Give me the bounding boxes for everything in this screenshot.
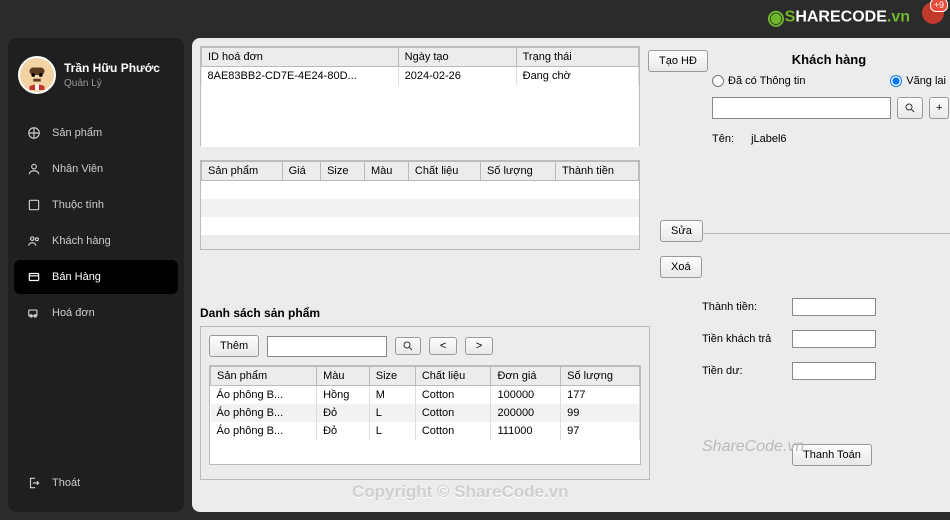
radio-guest[interactable]: Vãng lai xyxy=(890,75,946,87)
sidebar-item-invoices[interactable]: Hoá đơn xyxy=(14,296,178,330)
package-icon xyxy=(26,125,42,141)
profile-name: Trần Hữu Phước xyxy=(64,61,160,75)
customer-name-label: Tên: xyxy=(712,133,748,145)
users-icon xyxy=(26,233,42,249)
paid-label: Tiền khách trả xyxy=(702,333,792,345)
change-label: Tiền dư: xyxy=(702,365,792,377)
sidebar-item-staff[interactable]: Nhân Viên xyxy=(14,152,178,186)
customer-search-button[interactable] xyxy=(897,97,923,119)
sidebar-item-label: Sản phẩm xyxy=(52,127,102,139)
sidebar-item-label: Hoá đơn xyxy=(52,307,95,319)
avatar xyxy=(18,56,56,94)
sidebar-item-customers[interactable]: Khách hàng xyxy=(14,224,178,258)
col-invoice-date: Ngày tạo xyxy=(398,48,516,67)
subtotal-label: Thành tiền: xyxy=(702,301,792,313)
products-title: Danh sách sản phẩm xyxy=(200,306,320,320)
sidebar-item-products[interactable]: Sản phẩm xyxy=(14,116,178,150)
table-row[interactable]: Áo phông B...ĐỏLCotton11100097 xyxy=(211,422,640,440)
product-search-input[interactable] xyxy=(267,336,387,357)
receipt-icon xyxy=(26,305,42,321)
col-invoice-status: Trạng thái xyxy=(516,48,638,67)
col-qty: Số lượng xyxy=(480,162,555,181)
prev-page-button[interactable]: < xyxy=(429,337,457,355)
table-row[interactable]: Áo phông B...HồngMCotton100000177 xyxy=(211,386,640,405)
notification-badge: +9 xyxy=(930,0,948,12)
sidebar-item-label: Thoát xyxy=(52,477,80,489)
col-price: Giá xyxy=(282,162,320,181)
next-page-button[interactable]: > xyxy=(465,337,493,355)
sidebar-item-sales[interactable]: Bán Hàng xyxy=(14,260,178,294)
app-logo: ◉SHARECODE.vn xyxy=(767,5,910,30)
sidebar-item-exit[interactable]: Thoát xyxy=(14,466,178,500)
products-panel: Thêm < > Sản phẩm Màu Size Chất liệu Đơn… xyxy=(200,326,650,480)
col-color: Màu xyxy=(317,367,370,386)
totals-panel: Thành tiền: Tiền khách trả Tiền dư: xyxy=(702,298,942,394)
sidebar-item-label: Bán Hàng xyxy=(52,271,101,283)
radio-existing[interactable]: Đã có Thông tin xyxy=(712,75,805,87)
profile-block: Trần Hữu Phước Quản Lý xyxy=(8,48,184,108)
customer-add-button[interactable]: + xyxy=(929,97,949,119)
invoice-table-panel: ID hoá đơn Ngày tạo Trạng thái 8AE83BB2-… xyxy=(200,46,640,146)
notification-bell[interactable]: +9 xyxy=(922,2,944,29)
col-material: Chất liệu xyxy=(408,162,480,181)
col-product: Sản phẩm xyxy=(211,367,317,386)
col-total: Thành tiền xyxy=(556,162,639,181)
customer-name-value: jLabel6 xyxy=(751,133,786,145)
tag-icon xyxy=(26,197,42,213)
lines-table[interactable]: Sản phẩm Giá Size Màu Chất liệu Số lượng… xyxy=(201,161,639,181)
col-qty: Số lượng xyxy=(561,367,640,386)
lines-table-panel: Sản phẩm Giá Size Màu Chất liệu Số lượng… xyxy=(200,160,640,250)
sidebar-item-label: Nhân Viên xyxy=(52,163,103,175)
customer-panel: Khách hàng Đã có Thông tin Vãng lai + Tê… xyxy=(702,46,950,234)
table-row[interactable]: 8AE83BB2-CD7E-4E24-80D... 2024-02-26 Đan… xyxy=(202,67,639,86)
delete-button[interactable]: Xoá xyxy=(660,256,702,278)
col-material: Chất liệu xyxy=(415,367,491,386)
sidebar: Trần Hữu Phước Quản Lý Sản phẩm Nhân Viê… xyxy=(8,38,184,512)
change-input[interactable] xyxy=(792,362,876,380)
watermark: ShareCode.vn xyxy=(702,438,804,456)
customer-title: Khách hàng xyxy=(708,52,950,67)
cart-icon xyxy=(26,269,42,285)
paid-input[interactable] xyxy=(792,330,876,348)
col-color: Màu xyxy=(365,162,409,181)
search-button[interactable] xyxy=(395,337,421,355)
col-size: Size xyxy=(369,367,415,386)
create-invoice-button[interactable]: Tạo HĐ xyxy=(648,50,708,72)
main-content: ID hoá đơn Ngày tạo Trạng thái 8AE83BB2-… xyxy=(192,38,950,512)
customer-search-input[interactable] xyxy=(712,97,891,119)
sidebar-item-attributes[interactable]: Thuộc tính xyxy=(14,188,178,222)
subtotal-input[interactable] xyxy=(792,298,876,316)
pay-button[interactable]: Thanh Toán xyxy=(792,444,872,466)
table-row[interactable]: Áo phông B...ĐỏLCotton20000099 xyxy=(211,404,640,422)
sidebar-item-label: Khách hàng xyxy=(52,235,111,247)
col-product: Sản phẩm xyxy=(202,162,283,181)
user-icon xyxy=(26,161,42,177)
profile-role: Quản Lý xyxy=(64,78,160,89)
add-product-button[interactable]: Thêm xyxy=(209,335,259,357)
col-size: Size xyxy=(321,162,365,181)
products-table[interactable]: Sản phẩm Màu Size Chất liệu Đơn giá Số l… xyxy=(210,366,640,440)
col-invoice-id: ID hoá đơn xyxy=(202,48,399,67)
invoice-table[interactable]: ID hoá đơn Ngày tạo Trạng thái 8AE83BB2-… xyxy=(201,47,639,85)
watermark: Copyright © ShareCode.vn xyxy=(352,482,569,502)
edit-button[interactable]: Sửa xyxy=(660,220,703,242)
sidebar-item-label: Thuộc tính xyxy=(52,199,104,211)
col-unitprice: Đơn giá xyxy=(491,367,561,386)
exit-icon xyxy=(26,475,42,491)
